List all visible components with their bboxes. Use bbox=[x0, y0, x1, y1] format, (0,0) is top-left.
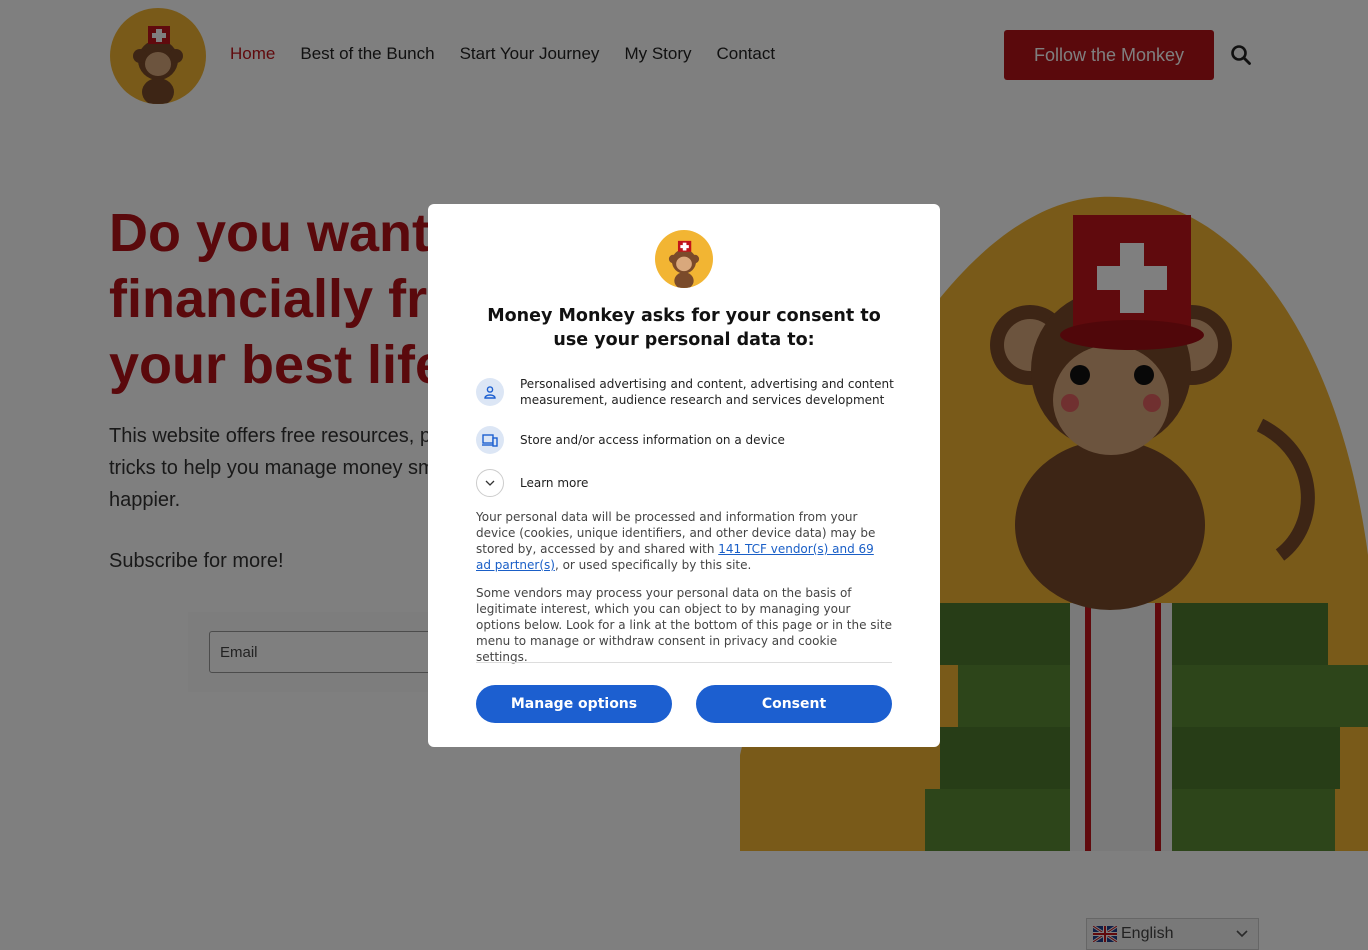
person-icon-wrap bbox=[476, 378, 504, 406]
monkey-logo-icon bbox=[668, 240, 700, 288]
devices-icon bbox=[482, 434, 498, 447]
learn-more-toggle[interactable]: Learn more bbox=[476, 469, 896, 497]
consent-button[interactable]: Consent bbox=[696, 685, 892, 723]
person-icon bbox=[484, 386, 496, 399]
manage-options-button[interactable]: Manage options bbox=[476, 685, 672, 723]
purpose-personalised-advertising: Personalised advertising and content, ad… bbox=[476, 376, 896, 408]
consent-paragraph-data-processing: Your personal data will be processed and… bbox=[476, 509, 892, 573]
devices-icon-wrap bbox=[476, 426, 504, 454]
purpose-text: Store and/or access information on a dev… bbox=[520, 433, 785, 447]
chevron-down-icon bbox=[485, 480, 495, 486]
learn-more-label: Learn more bbox=[520, 476, 589, 490]
divider bbox=[476, 662, 892, 663]
consent-title: Money Monkey asks for your consent to us… bbox=[487, 306, 881, 350]
consent-paragraph-legitimate-interest: Some vendors may process your personal d… bbox=[476, 586, 892, 664]
consent-dialog: Money Monkey asks for your consent to us… bbox=[428, 204, 940, 747]
chevron-down-icon-wrap bbox=[476, 469, 504, 497]
purpose-text: Personalised advertising and content, ad… bbox=[520, 377, 894, 407]
para-text: , or used specifically by this site. bbox=[554, 558, 752, 572]
consent-logo bbox=[655, 230, 713, 288]
purpose-store-access: Store and/or access information on a dev… bbox=[476, 426, 896, 454]
